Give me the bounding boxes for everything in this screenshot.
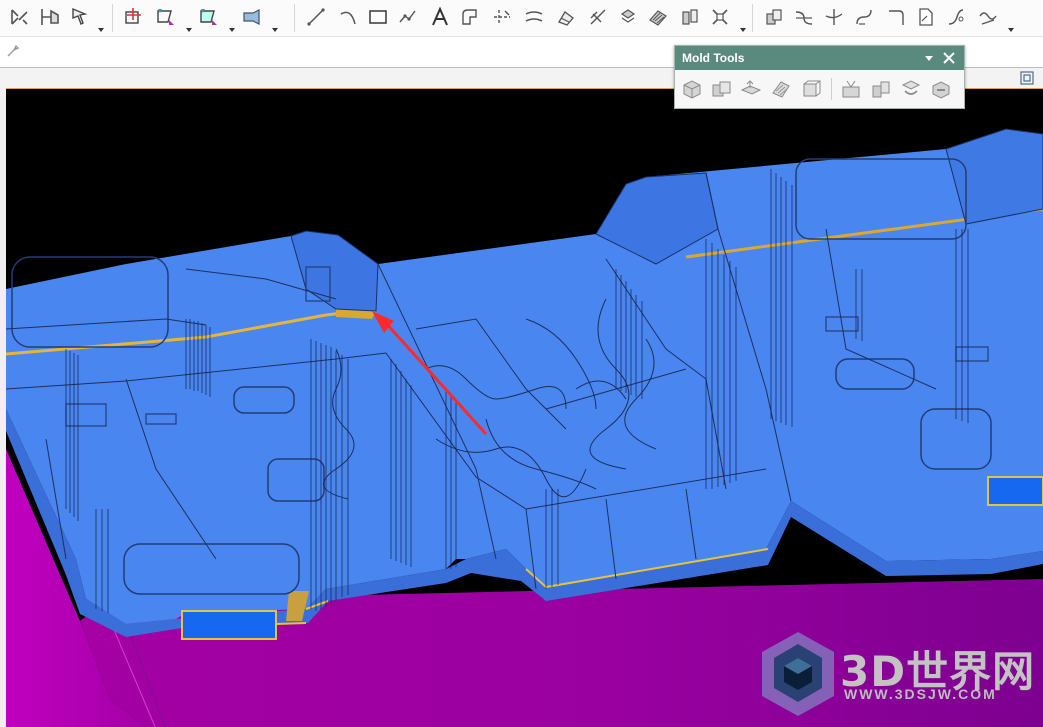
spline-icon[interactable] [396,5,420,29]
view-icon[interactable] [240,5,264,29]
mold-tools-title: Mold Tools [682,51,745,65]
extend-icon[interactable] [522,5,546,29]
project-icon[interactable] [678,5,702,29]
mold-tools-palette[interactable]: Mold Tools [674,45,965,109]
curve-icon[interactable] [762,5,786,29]
toolbar-separator [294,4,295,32]
maximize-icon[interactable] [1019,70,1035,86]
intersect-icon[interactable] [822,5,846,29]
pocket-left [181,610,277,640]
toolbar-separator [752,4,753,32]
toolbar-separator [112,4,113,32]
replace-solid-icon[interactable] [869,77,893,101]
mold-tools-buttons [675,70,964,108]
watermark-url: WWW.3DSJW.COM [844,686,997,702]
patch-icon[interactable] [739,77,763,101]
trim-icon[interactable] [490,5,514,29]
pattern-icon[interactable] [646,5,670,29]
wave-icon[interactable] [976,5,1000,29]
palette-separator [831,78,832,100]
main-toolbar [0,0,1043,37]
mirror-icon[interactable] [616,5,640,29]
box-icon[interactable] [680,77,704,101]
extend-solid-icon[interactable] [899,77,923,101]
dropdown-arrow-icon[interactable] [740,20,746,32]
block-icon[interactable] [799,77,823,101]
arc-icon[interactable] [336,5,360,29]
dropdown-arrow-icon[interactable] [186,20,192,32]
close-button[interactable] [941,50,957,66]
selection-filter-icon[interactable] [154,5,178,29]
wrench-icon[interactable] [6,44,20,58]
constraint-icon[interactable] [8,5,32,29]
mold-tools-titlebar[interactable]: Mold Tools [675,46,964,70]
dropdown-arrow-icon[interactable] [98,20,104,32]
helix-icon[interactable] [944,5,968,29]
trim-region-icon[interactable] [839,77,863,101]
dropdown-arrow-icon[interactable] [229,20,235,32]
pick-icon[interactable] [197,5,221,29]
cube-logo-icon [762,632,834,716]
menu-arrow-icon[interactable] [925,54,933,62]
chamfer-icon[interactable] [586,5,610,29]
text-icon[interactable] [428,5,452,29]
watermark: 3D世界网 WWW.3DSJW.COM [760,628,1034,720]
transform-icon[interactable] [708,5,732,29]
pocket-right [987,476,1043,506]
dropdown-arrow-icon[interactable] [272,20,278,32]
blend-icon[interactable] [852,5,876,29]
corner-icon[interactable] [884,5,908,29]
split-solid-icon[interactable] [709,77,733,101]
rectangle-icon[interactable] [366,5,390,29]
sheet-icon[interactable] [914,5,938,29]
dimension-icon[interactable] [38,5,62,29]
fillet-icon[interactable] [554,5,578,29]
offset-icon[interactable] [458,5,482,29]
surface-patch-icon[interactable] [769,77,793,101]
sketch-icon[interactable] [122,5,146,29]
bridge-icon[interactable] [792,5,816,29]
mold-top-face [6,129,1043,624]
close-icon [943,52,955,64]
select-icon[interactable] [68,5,92,29]
dropdown-arrow-icon[interactable] [1008,20,1014,32]
subtract-icon[interactable] [929,77,953,101]
line-icon[interactable] [304,5,328,29]
